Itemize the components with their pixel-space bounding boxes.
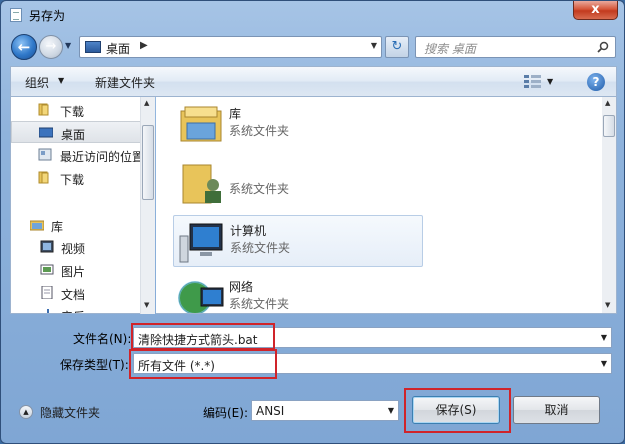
nav-label: 音乐 bbox=[61, 308, 85, 313]
file-item-user-folder[interactable]: 系统文件夹 bbox=[173, 157, 423, 209]
address-row: ← → ▼ 桌面 ▶ ▼ ↻ 搜索 桌面 bbox=[1, 31, 625, 63]
file-name: 计算机 bbox=[230, 224, 267, 238]
folder-icon bbox=[38, 171, 49, 184]
history-dropdown-icon[interactable]: ▼ bbox=[65, 41, 75, 51]
filetype-dropdown-icon[interactable]: ▼ bbox=[601, 359, 607, 368]
organize-dropdown-icon[interactable]: ▼ bbox=[58, 76, 64, 85]
file-description: 系统文件夹 bbox=[229, 182, 290, 196]
music-icon bbox=[47, 309, 49, 313]
address-dropdown-icon[interactable]: ▼ bbox=[371, 41, 377, 50]
encoding-dropdown-icon[interactable]: ▼ bbox=[388, 406, 394, 415]
chevron-up-icon[interactable]: ▲ bbox=[19, 405, 33, 419]
refresh-button[interactable]: ↻ bbox=[385, 36, 409, 58]
filetype-label: 保存类型(T): bbox=[60, 358, 129, 372]
cancel-button[interactable]: 取消 bbox=[513, 396, 600, 424]
file-item-library[interactable]: 库 系统文件夹 bbox=[173, 99, 423, 151]
nav-item-downloads[interactable]: 下载 bbox=[11, 99, 141, 121]
nav-label: 桌面 bbox=[61, 128, 86, 142]
file-description: 系统文件夹 bbox=[230, 241, 291, 255]
encoding-label: 编码(E): bbox=[203, 406, 248, 420]
new-folder-button[interactable]: 新建文件夹 bbox=[95, 74, 155, 91]
address-location[interactable]: 桌面 bbox=[106, 40, 130, 57]
hide-folders-label[interactable]: 隐藏文件夹 bbox=[40, 404, 100, 421]
nav-item-recent-places[interactable]: 最近访问的位置 bbox=[11, 144, 145, 166]
notepad-icon bbox=[10, 8, 22, 22]
file-name: 库 bbox=[229, 107, 242, 121]
file-item-network[interactable]: 网络 系统文件夹 bbox=[173, 272, 423, 313]
nav-label: 最近访问的位置 bbox=[60, 150, 145, 164]
file-list: 库 系统文件夹 系统文件夹 计算机 系统文件夹 网络 系统文件夹 bbox=[156, 97, 602, 314]
navigation-pane: 下载 桌面 最近访问的位置 下载 库 视频 图片 文档 bbox=[10, 97, 155, 314]
nav-item-desktop[interactable]: 桌面 bbox=[11, 121, 141, 143]
view-dropdown-icon[interactable]: ▼ bbox=[547, 77, 553, 86]
file-description: 系统文件夹 bbox=[229, 297, 290, 311]
nav-label: 下载 bbox=[60, 173, 85, 187]
forward-button[interactable]: → bbox=[39, 35, 63, 59]
nav-item-music[interactable]: 音乐 bbox=[11, 304, 141, 313]
address-bar[interactable]: 桌面 ▶ ▼ bbox=[79, 36, 382, 58]
search-placeholder: 搜索 桌面 bbox=[424, 42, 476, 56]
encoding-select[interactable]: ANSI ▼ bbox=[251, 400, 399, 421]
desktop-icon bbox=[85, 41, 101, 53]
network-icon bbox=[178, 281, 224, 313]
organize-button[interactable]: 组织 bbox=[25, 74, 49, 91]
file-list-scroll-thumb[interactable] bbox=[603, 115, 615, 137]
title-bar: 另存为 x bbox=[1, 1, 625, 29]
nav-label: 库 bbox=[51, 220, 64, 234]
command-bar: 组织 ▼ 新建文件夹 ▼ ? bbox=[10, 66, 617, 97]
view-options-icon[interactable] bbox=[523, 74, 545, 90]
nav-item-videos[interactable]: 视频 bbox=[11, 236, 141, 258]
filename-label: 文件名(N): bbox=[73, 332, 132, 346]
scroll-down-icon[interactable]: ▼ bbox=[144, 301, 149, 309]
nav-label: 视频 bbox=[61, 242, 86, 256]
video-icon bbox=[40, 240, 54, 253]
filename-dropdown-icon[interactable]: ▼ bbox=[601, 333, 607, 342]
search-input[interactable]: 搜索 桌面 bbox=[415, 36, 616, 58]
scroll-up-icon[interactable]: ▲ bbox=[144, 99, 149, 107]
file-name: 网络 bbox=[229, 280, 254, 294]
filename-highlight bbox=[131, 323, 275, 350]
nav-item-documents[interactable]: 文档 bbox=[11, 282, 141, 304]
library-folder-icon bbox=[180, 106, 222, 142]
nav-label: 文档 bbox=[61, 288, 86, 302]
help-button[interactable]: ? bbox=[587, 73, 605, 91]
recent-places-icon bbox=[38, 148, 52, 161]
scroll-up-icon[interactable]: ▲ bbox=[605, 99, 610, 107]
nav-label: 下载 bbox=[60, 105, 85, 119]
file-description: 系统文件夹 bbox=[229, 124, 290, 138]
scroll-down-icon[interactable]: ▼ bbox=[605, 301, 610, 309]
nav-scrollbar[interactable]: ▲ ▼ bbox=[140, 97, 155, 314]
library-icon bbox=[30, 220, 44, 231]
nav-scroll-thumb[interactable] bbox=[142, 125, 154, 200]
filetype-highlight bbox=[129, 349, 277, 379]
pictures-icon bbox=[40, 264, 54, 275]
encoding-value[interactable]: ANSI bbox=[256, 404, 284, 418]
nav-item-downloads-2[interactable]: 下载 bbox=[11, 167, 141, 189]
nav-label: 图片 bbox=[61, 265, 86, 279]
file-list-scrollbar[interactable]: ▲ ▼ bbox=[602, 97, 617, 314]
folder-icon bbox=[38, 103, 49, 116]
file-item-computer[interactable]: 计算机 系统文件夹 bbox=[173, 215, 423, 267]
computer-icon bbox=[179, 223, 223, 263]
save-as-dialog: 另存为 x ← → ▼ 桌面 ▶ ▼ ↻ 搜索 桌面 组织 ▼ 新建文件夹 ▼ … bbox=[0, 0, 625, 444]
close-button[interactable]: x bbox=[573, 1, 618, 20]
save-highlight bbox=[404, 388, 511, 433]
window-title: 另存为 bbox=[29, 9, 66, 23]
breadcrumb-arrow-icon[interactable]: ▶ bbox=[140, 40, 148, 51]
desktop-icon bbox=[39, 127, 53, 138]
nav-item-library[interactable]: 库 bbox=[11, 214, 141, 236]
search-icon[interactable] bbox=[597, 41, 609, 53]
nav-item-pictures[interactable]: 图片 bbox=[11, 259, 141, 281]
back-button[interactable]: ← bbox=[11, 34, 37, 60]
documents-icon bbox=[41, 286, 53, 299]
user-folder-icon bbox=[182, 164, 221, 204]
